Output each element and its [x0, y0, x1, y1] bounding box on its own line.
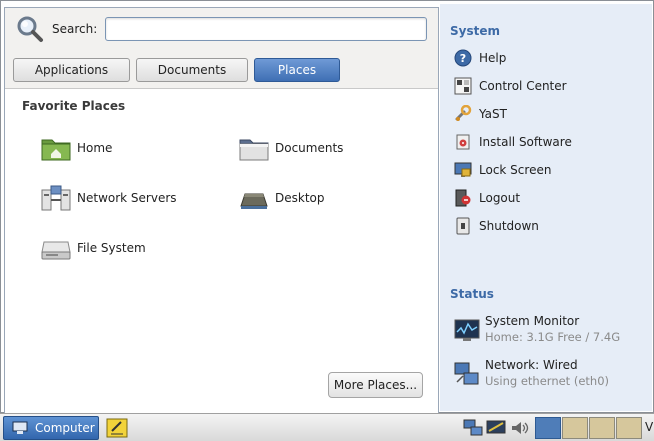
place-documents[interactable]: Documents: [238, 132, 343, 164]
documents-folder-icon: [239, 139, 269, 161]
more-places-button[interactable]: More Places...: [328, 372, 423, 398]
svg-text:?: ?: [460, 52, 466, 65]
tab-places[interactable]: Places: [254, 58, 340, 82]
network-tray-icon[interactable]: [463, 419, 483, 437]
install-software-icon: [456, 134, 470, 150]
shutdown-icon: [456, 217, 470, 235]
display-tray-icon[interactable]: [486, 419, 506, 437]
system-item-label: Control Center: [479, 79, 567, 93]
help-icon: ?: [454, 49, 472, 67]
system-item-help[interactable]: ? Help: [454, 48, 506, 68]
favorite-places-heading: Favorite Places: [22, 99, 126, 113]
tab-documents[interactable]: Documents: [136, 58, 248, 82]
desktop-icon: [240, 193, 268, 209]
place-label: Documents: [275, 141, 344, 155]
status-heading: Status: [450, 287, 494, 301]
file-system-drive-icon: [41, 241, 71, 260]
volume-tray-icon[interactable]: [510, 419, 530, 437]
system-item-yast[interactable]: YaST: [454, 104, 507, 124]
main-menu-window: Search: Applications Documents Places Fa…: [0, 0, 654, 414]
right-pane: System ? Help Control Center YaST Instal…: [440, 4, 652, 411]
place-label: Home: [77, 141, 113, 155]
system-item-install-software[interactable]: Install Software: [454, 132, 572, 152]
taskbar-trailing-text: V: [645, 420, 654, 434]
notes-icon[interactable]: [106, 417, 128, 439]
workspace-2[interactable]: [562, 417, 588, 439]
system-item-label: Shutdown: [479, 219, 539, 233]
system-monitor-icon: [454, 319, 480, 341]
place-label: Network Servers: [77, 191, 177, 205]
status-system-monitor[interactable]: System Monitor Home: 3.1G Free / 7.4G: [454, 314, 620, 344]
place-desktop[interactable]: Desktop: [238, 182, 325, 214]
search-icon: [17, 16, 43, 42]
place-home[interactable]: Home: [40, 132, 112, 164]
network-label: Network: Wired: [485, 358, 578, 372]
search-input[interactable]: [105, 17, 427, 41]
taskbar: Computer V: [0, 413, 654, 441]
yast-icon: [455, 105, 472, 121]
lock-screen-icon: [454, 162, 472, 177]
system-monitor-label: System Monitor: [485, 314, 580, 328]
system-item-logout[interactable]: Logout: [454, 188, 520, 208]
control-center-icon: [454, 77, 472, 95]
system-item-label: Install Software: [479, 135, 572, 149]
system-item-label: Lock Screen: [479, 163, 552, 177]
system-heading: System: [450, 24, 500, 38]
tab-applications[interactable]: Applications: [13, 58, 130, 82]
system-item-lock-screen[interactable]: Lock Screen: [454, 160, 551, 180]
computer-menu-button[interactable]: Computer: [3, 416, 99, 440]
workspace-1[interactable]: [535, 417, 561, 439]
system-item-label: Logout: [479, 191, 521, 205]
logout-icon: [455, 189, 471, 207]
place-label: Desktop: [275, 191, 325, 205]
computer-icon: [12, 421, 28, 434]
system-item-label: YaST: [479, 107, 507, 121]
places-content: Favorite Places Home Documents Network S…: [5, 88, 438, 413]
computer-menu-label: Computer: [35, 421, 95, 435]
place-label: File System: [77, 241, 146, 255]
place-file-system[interactable]: File System: [40, 232, 146, 264]
left-pane: Search: Applications Documents Places Fa…: [4, 7, 439, 414]
place-network-servers[interactable]: Network Servers: [40, 182, 177, 214]
network-detail: Using ethernet (eth0): [485, 374, 610, 388]
system-monitor-detail: Home: 3.1G Free / 7.4G: [485, 330, 621, 344]
search-label: Search:: [52, 22, 98, 36]
status-network[interactable]: Network: Wired Using ethernet (eth0): [454, 358, 609, 388]
system-item-label: Help: [479, 51, 507, 65]
system-item-shutdown[interactable]: Shutdown: [454, 216, 539, 236]
workspace-4[interactable]: [616, 417, 642, 439]
network-wired-icon: [454, 362, 479, 385]
home-folder-icon: [41, 139, 71, 161]
workspace-3[interactable]: [589, 417, 615, 439]
system-item-control-center[interactable]: Control Center: [454, 76, 567, 96]
network-servers-icon: [41, 185, 71, 211]
